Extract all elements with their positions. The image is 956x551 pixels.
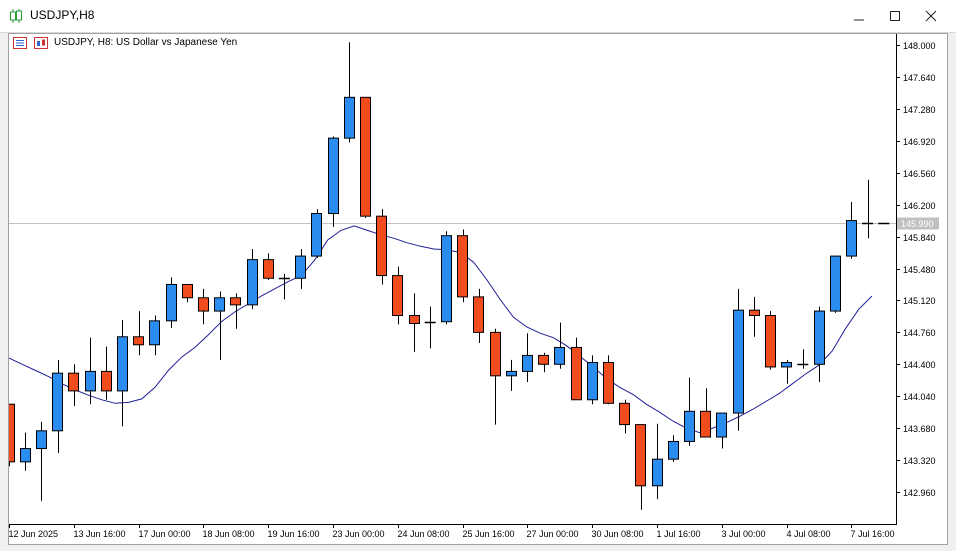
candle-bear xyxy=(198,297,209,312)
y-tick-label: 148.000 xyxy=(903,41,936,51)
candle-bear xyxy=(409,315,420,324)
current-price-label: 145.990 xyxy=(901,219,934,229)
y-tick-label: 143.680 xyxy=(903,424,936,434)
candle-bear xyxy=(182,283,193,299)
candle-bull xyxy=(117,336,128,392)
candle-bull xyxy=(716,412,727,438)
x-tick-label: 19 Jun 16:00 xyxy=(268,529,320,539)
candle-bear xyxy=(101,370,112,392)
candle-bear xyxy=(700,410,711,438)
candle-bull xyxy=(506,370,517,377)
candle-bull xyxy=(733,309,744,414)
candle-bear xyxy=(538,354,549,365)
x-tick-label: 25 Jun 16:00 xyxy=(463,529,515,539)
y-tick-label: 145.480 xyxy=(903,265,936,275)
y-tick-label: 146.920 xyxy=(903,137,936,147)
y-tick-label: 147.640 xyxy=(903,73,936,83)
y-tick-label: 145.120 xyxy=(903,296,936,306)
candle-bear xyxy=(619,402,630,426)
candle-bull xyxy=(846,220,857,257)
candle-bear xyxy=(392,275,403,317)
candle-bull xyxy=(684,410,695,442)
x-tick-label: 7 Jul 16:00 xyxy=(851,529,895,539)
candle-bull xyxy=(149,320,160,346)
candles-group xyxy=(9,42,890,510)
candlestick-chart: 148.000 147.640 147.280 146.920 146.560 146.2… xyxy=(9,34,939,539)
candle-bear xyxy=(9,403,15,463)
candle-bear xyxy=(490,331,501,377)
x-tick-label: 30 Jun 08:00 xyxy=(592,529,644,539)
x-tick-label: 12 Jun 2025 xyxy=(9,529,59,539)
candle-bull xyxy=(522,354,533,372)
y-tick-label: 143.320 xyxy=(903,456,936,466)
y-tick-label: 142.960 xyxy=(903,488,936,498)
candle-bull xyxy=(814,310,825,365)
candle-bear xyxy=(457,235,468,298)
x-tick-label: 4 Jul 08:00 xyxy=(787,529,831,539)
candle-bull xyxy=(652,458,663,487)
candle-bear xyxy=(263,259,274,279)
candle-bull xyxy=(247,259,258,306)
candle-bull xyxy=(85,370,96,392)
candle-bull xyxy=(311,213,322,257)
candle-bear xyxy=(749,309,760,317)
candle-bull xyxy=(328,137,339,215)
y-tick-label: 147.280 xyxy=(903,105,936,115)
candle-bull xyxy=(781,362,792,368)
x-tick-label: 24 Jun 08:00 xyxy=(398,529,450,539)
candle-bear xyxy=(571,346,582,401)
candle-bull xyxy=(166,283,177,322)
candle-bear xyxy=(765,315,776,368)
candle-bear xyxy=(635,424,646,487)
candle-bear xyxy=(360,96,371,217)
candle-bear xyxy=(133,336,144,346)
candle-bull xyxy=(214,297,225,312)
x-tick-label: 3 Jul 00:00 xyxy=(722,529,766,539)
candle-bull xyxy=(36,430,47,450)
candle-bear xyxy=(376,215,387,277)
candle-bull xyxy=(830,255,841,312)
candle-bull xyxy=(52,372,63,432)
candle-bull xyxy=(344,96,355,139)
x-tick-label: 27 Jun 00:00 xyxy=(527,529,579,539)
y-tick-label: 144.040 xyxy=(903,392,936,402)
candle-bull xyxy=(20,448,31,463)
y-tick-label: 146.200 xyxy=(903,201,936,211)
candle-bull xyxy=(295,255,306,279)
x-tick-label: 17 Jun 00:00 xyxy=(139,529,191,539)
x-tick-label: 23 Jun 00:00 xyxy=(333,529,385,539)
y-tick-label: 146.560 xyxy=(903,169,936,179)
y-tick-label: 144.400 xyxy=(903,360,936,370)
y-tick-label: 145.840 xyxy=(903,233,936,243)
candle-bull xyxy=(441,235,452,323)
candle-bear xyxy=(603,362,614,404)
y-tick-label: 144.760 xyxy=(903,328,936,338)
x-tick-label: 13 Jun 16:00 xyxy=(74,529,126,539)
candle-bear xyxy=(68,372,79,392)
candle-bull xyxy=(554,346,565,365)
x-tick-label: 18 Jun 08:00 xyxy=(203,529,255,539)
candle-bull xyxy=(668,440,679,460)
candle-bull xyxy=(587,362,598,401)
x-tick-label: 1 Jul 16:00 xyxy=(657,529,701,539)
candle-bear xyxy=(230,297,241,306)
candle-bear xyxy=(473,296,484,333)
